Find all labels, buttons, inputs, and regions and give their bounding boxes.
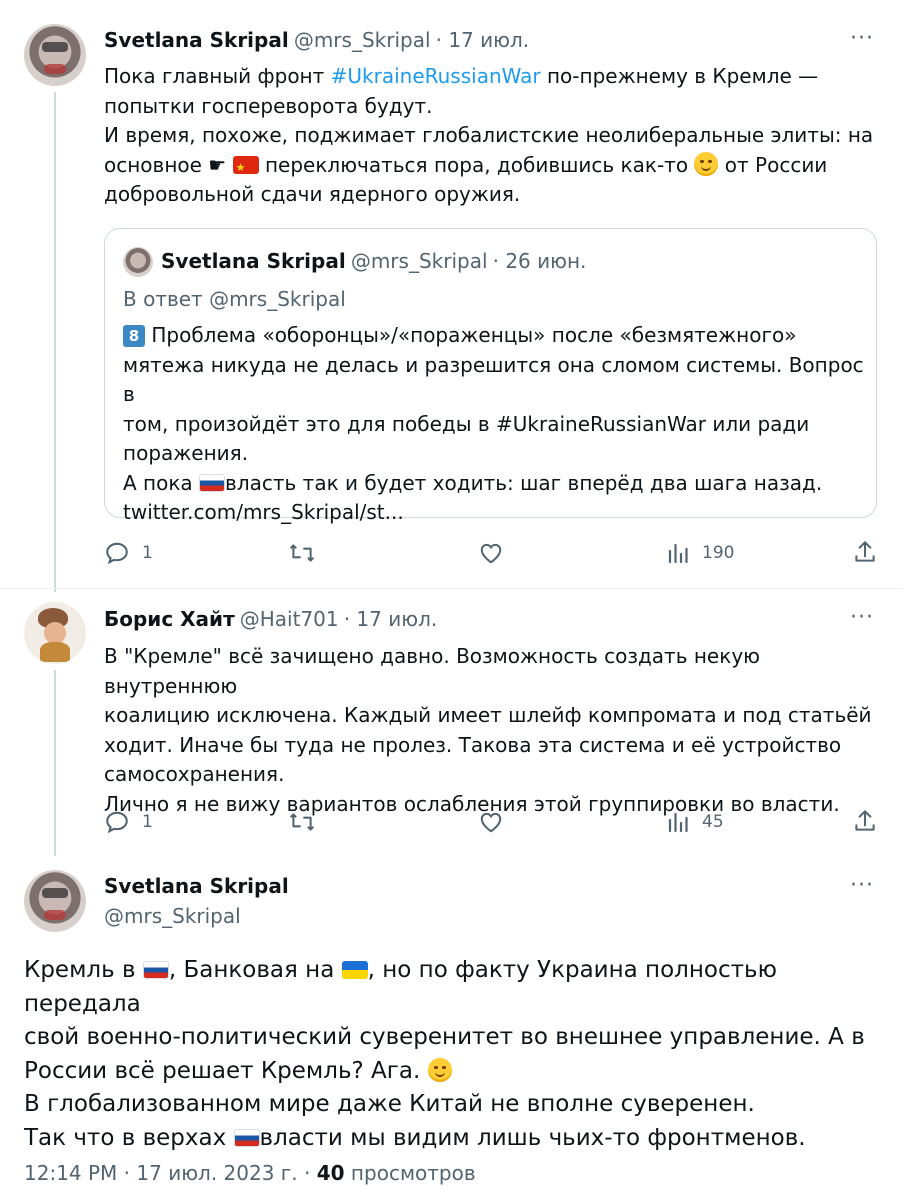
views-count: 190: [702, 543, 735, 563]
tweet-header: Борис Хайт @Hait701 · 17 июл.: [104, 607, 437, 631]
russia-flag-icon: [199, 473, 226, 492]
quoted-date: · 26 июн.: [492, 249, 587, 273]
main-tweet-text: Кремль в , Банковая на , но по факту Укр…: [24, 957, 865, 1151]
reply-button[interactable]: 1: [104, 809, 153, 835]
quoted-tweet[interactable]: Svetlana Skripal @mrs_Skripal · 26 июн. …: [104, 228, 877, 524]
retweet-button[interactable]: [288, 540, 316, 566]
author-name[interactable]: Svetlana Skripal: [104, 874, 289, 898]
ukraine-flag-icon: [341, 961, 368, 979]
avatar: [123, 247, 153, 277]
author-handle[interactable]: @Hait701: [240, 607, 339, 631]
avatar[interactable]: [24, 24, 86, 86]
more-icon[interactable]: ···: [850, 607, 874, 629]
author-name[interactable]: Борис Хайт: [104, 607, 235, 631]
reply-icon: [106, 811, 128, 834]
thread-line: [54, 670, 56, 856]
views-button[interactable]: 190: [666, 540, 734, 566]
tweet-meta: 12:14 PM · 17 июл. 2023 г. · 40 просмотр…: [24, 1161, 476, 1185]
divider: [0, 588, 903, 589]
avatar[interactable]: [24, 602, 86, 664]
views-icon: [668, 543, 688, 564]
tweet-text: В "Кремле" всё зачищено давно. Возможнос…: [104, 644, 872, 816]
reply-count: 1: [142, 812, 153, 832]
quoted-author-handle: @mrs_Skripal: [350, 249, 488, 273]
retweet-icon: [290, 813, 314, 831]
quoted-author-name: Svetlana Skripal: [161, 249, 346, 273]
tweet-text: Пока главный фронт #UkraineRussianWar по…: [104, 62, 884, 210]
views-label: просмотров: [344, 1161, 476, 1185]
share-button[interactable]: [852, 538, 878, 566]
author-handle[interactable]: @mrs_Skripal: [294, 28, 431, 52]
reply-to-label: В ответ @mrs_Skripal: [123, 287, 346, 311]
russia-flag-icon: [142, 961, 169, 979]
retweet-icon: [290, 544, 314, 562]
more-icon[interactable]: ···: [850, 875, 874, 897]
more-icon[interactable]: ···: [850, 28, 874, 50]
russia-flag-icon: [233, 1128, 260, 1147]
tweet-date[interactable]: · 17 июл.: [344, 607, 438, 631]
smirking-face-icon: [427, 1057, 452, 1082]
views-button[interactable]: 45: [666, 809, 724, 835]
tweet-header: Svetlana Skripal @mrs_Skripal · 17 июл.: [104, 28, 529, 52]
tweet-time[interactable]: 12:14 PM: [24, 1161, 117, 1185]
avatar[interactable]: [24, 870, 86, 932]
like-button[interactable]: [478, 540, 504, 566]
share-button[interactable]: [852, 807, 878, 835]
heart-icon: [480, 543, 502, 564]
share-icon: [855, 541, 875, 562]
keycap-8-icon: 8: [123, 325, 145, 347]
views-number: 40: [316, 1161, 345, 1185]
thread-line: [54, 92, 56, 592]
like-button[interactable]: [478, 809, 504, 835]
hashtag-link[interactable]: #UkraineRussianWar: [331, 64, 541, 88]
heart-icon: [480, 812, 502, 833]
china-flag-icon: [232, 155, 259, 174]
retweet-button[interactable]: [288, 809, 316, 835]
quoted-text: 8 Проблема «оборонцы»/«пораженцы» после …: [123, 323, 864, 524]
views-count: 45: [702, 812, 724, 832]
author-name[interactable]: Svetlana Skripal: [104, 28, 289, 52]
share-icon: [855, 810, 875, 831]
tweet-full-date[interactable]: 17 июл. 2023 г.: [136, 1161, 297, 1185]
reply-count: 1: [142, 543, 153, 563]
author-handle[interactable]: @mrs_Skripal: [104, 904, 241, 928]
reply-icon: [106, 542, 128, 565]
views-icon: [668, 812, 688, 833]
reply-button[interactable]: 1: [104, 540, 153, 566]
thinking-face-icon: [694, 151, 719, 176]
tweet-date[interactable]: · 17 июл.: [436, 28, 530, 52]
